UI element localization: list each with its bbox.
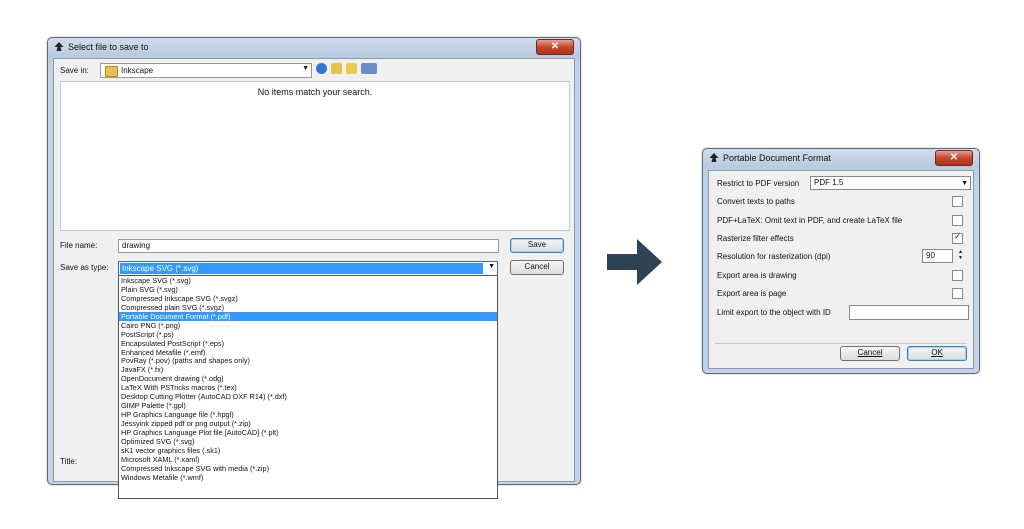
rasterize-label: Rasterize filter effects bbox=[717, 234, 794, 243]
chevron-down-icon: ▼ bbox=[488, 263, 495, 270]
navigation-toolbar bbox=[316, 63, 377, 76]
file-save-dialog: Select file to save to ✕ Save in: Inksca… bbox=[47, 37, 581, 499]
file-name-label: File name: bbox=[60, 241, 98, 250]
file-type-option[interactable]: PostScript (*.ps) bbox=[119, 330, 497, 339]
title-label: Title: bbox=[60, 457, 78, 466]
export-page-checkbox[interactable] bbox=[952, 288, 963, 299]
file-type-option[interactable]: Enhanced Metafile (*.emf) bbox=[119, 348, 497, 357]
save-in-label: Save in: bbox=[60, 66, 89, 75]
file-name-input[interactable]: drawing bbox=[118, 239, 499, 253]
limit-export-input[interactable] bbox=[849, 305, 969, 320]
save-as-type-label: Save as type: bbox=[60, 263, 109, 272]
file-type-option[interactable]: Plain SVG (*.svg) bbox=[119, 285, 497, 294]
divider bbox=[715, 343, 967, 344]
spin-arrows-icon[interactable]: ▲ ▼ bbox=[956, 249, 965, 262]
file-type-option[interactable]: GIMP Palette (*.gpl) bbox=[119, 401, 497, 410]
save-in-dropdown[interactable]: Inkscape ▼ bbox=[100, 63, 312, 78]
rasterize-checkbox[interactable]: ✓ bbox=[952, 231, 963, 244]
cancel-button[interactable]: Cancel bbox=[840, 346, 900, 361]
export-page-row: Export area is page bbox=[715, 285, 967, 301]
convert-texts-row: Convert texts to paths bbox=[715, 193, 967, 209]
latex-label: PDF+LaTeX: Omit text in PDF, and create … bbox=[717, 216, 903, 225]
file-type-option[interactable]: Compressed plain SVG (*.svgz) bbox=[119, 303, 497, 312]
pdf-version-value: PDF 1.5 bbox=[814, 178, 844, 187]
limit-export-label: Limit export to the object with ID bbox=[717, 308, 831, 317]
latex-row: PDF+LaTeX: Omit text in PDF, and create … bbox=[715, 212, 967, 228]
file-type-option[interactable]: Portable Document Format (*.pdf) bbox=[119, 311, 497, 321]
arrow-shape bbox=[607, 239, 662, 285]
save-in-value: Inkscape bbox=[121, 66, 154, 75]
file-type-option[interactable]: HP Graphics Language file (*.hpgl) bbox=[119, 410, 497, 419]
up-folder-icon[interactable] bbox=[331, 63, 342, 74]
file-type-option[interactable]: Cairo PNG (*.png) bbox=[119, 321, 497, 330]
resolution-row: Resolution for rasterization (dpi) 90 ▲ ▼ bbox=[715, 248, 967, 264]
file-type-option[interactable]: Desktop Cutting Plotter (AutoCAD DXF R14… bbox=[119, 392, 497, 401]
file-type-option[interactable]: JavaFX (*.fx) bbox=[119, 365, 497, 374]
chevron-down-icon: ▼ bbox=[302, 65, 309, 72]
pdf-version-dropdown[interactable]: PDF 1.5 ▼ bbox=[810, 176, 971, 190]
pdf-dialog-titlebar[interactable]: Portable Document Format ✕ bbox=[703, 149, 979, 167]
file-type-option[interactable]: HP Graphics Language Plot file [AutoCAD]… bbox=[119, 428, 497, 437]
pdf-dialog-close-button[interactable]: ✕ bbox=[935, 150, 973, 166]
file-type-list[interactable]: Inkscape SVG (*.svg) Plain SVG (*.svg) Com… bbox=[118, 275, 498, 499]
export-drawing-row: Export area is drawing bbox=[715, 267, 967, 283]
rasterize-row: Rasterize filter effects ✓ bbox=[715, 230, 967, 246]
latex-checkbox[interactable] bbox=[952, 215, 963, 226]
view-menu-icon[interactable] bbox=[361, 63, 377, 74]
back-icon[interactable] bbox=[316, 63, 327, 74]
cancel-button-label: Cancel bbox=[857, 348, 883, 357]
file-type-option[interactable]: Encapsulated PostScript (*.eps) bbox=[119, 339, 497, 348]
checkmark-icon: ✓ bbox=[954, 231, 962, 241]
save-as-type-dropdown[interactable]: Inkscape SVG (*.svg) ▼ bbox=[118, 261, 498, 276]
file-type-option[interactable]: Microsoft XAML (*.xaml) bbox=[119, 455, 497, 464]
file-list[interactable]: No items match your search. bbox=[60, 81, 570, 231]
file-type-option[interactable]: Windows Metafile (*.wmf) bbox=[119, 473, 497, 482]
ok-button-label: OK bbox=[931, 348, 943, 357]
file-type-option[interactable]: OpenDocument drawing (*.odg) bbox=[119, 374, 497, 383]
pdf-dialog-body: Restrict to PDF version PDF 1.5 ▼ Conver… bbox=[708, 170, 974, 369]
ok-button[interactable]: OK bbox=[907, 346, 967, 361]
file-type-option[interactable]: LaTeX With PSTricks macros (*.tex) bbox=[119, 383, 497, 392]
file-type-option[interactable]: PovRay (*.pov) (paths and shapes only) bbox=[119, 356, 497, 365]
file-dialog-close-button[interactable]: ✕ bbox=[536, 39, 574, 55]
pdf-dialog-title: Portable Document Format bbox=[723, 153, 832, 163]
empty-message: No items match your search. bbox=[257, 87, 373, 97]
limit-export-row: Limit export to the object with ID bbox=[715, 304, 969, 320]
convert-texts-checkbox[interactable] bbox=[952, 196, 963, 207]
close-icon: ✕ bbox=[550, 41, 560, 52]
inkscape-icon bbox=[709, 153, 719, 162]
file-dialog-body: Save in: Inkscape ▼ No items match your … bbox=[53, 58, 575, 499]
folder-icon bbox=[105, 66, 118, 77]
convert-texts-label: Convert texts to paths bbox=[717, 197, 795, 206]
inkscape-icon bbox=[54, 42, 64, 51]
restrict-version-label: Restrict to PDF version bbox=[717, 179, 800, 188]
cancel-button[interactable]: Cancel bbox=[510, 260, 564, 275]
resolution-spinbox[interactable]: 90 bbox=[922, 249, 953, 263]
save-as-type-value: Inkscape SVG (*.svg) bbox=[120, 263, 483, 274]
chevron-down-icon: ▼ bbox=[961, 180, 968, 187]
file-type-option[interactable]: Compressed Inkscape SVG with media (*.zi… bbox=[119, 464, 497, 473]
file-type-option[interactable]: Optimized SVG (*.svg) bbox=[119, 437, 497, 446]
file-type-option[interactable]: Inkscape SVG (*.svg) bbox=[119, 276, 497, 285]
file-type-option[interactable]: Compressed Inkscape SVG (*.svgz) bbox=[119, 294, 497, 303]
export-drawing-label: Export area is drawing bbox=[717, 271, 797, 280]
restrict-version-row: Restrict to PDF version PDF 1.5 ▼ bbox=[715, 175, 971, 191]
file-type-option[interactable]: Jessyink zipped pdf or png output (*.zip… bbox=[119, 419, 497, 428]
new-folder-icon[interactable] bbox=[346, 63, 357, 74]
export-page-label: Export area is page bbox=[717, 289, 787, 298]
close-icon: ✕ bbox=[949, 152, 959, 163]
file-dialog-titlebar[interactable]: Select file to save to ✕ bbox=[48, 38, 580, 56]
resolution-label: Resolution for rasterization (dpi) bbox=[717, 252, 831, 261]
pdf-options-dialog: Portable Document Format ✕ Restrict to P… bbox=[702, 148, 980, 374]
file-dialog-title: Select file to save to bbox=[68, 42, 149, 52]
save-button[interactable]: Save bbox=[510, 238, 564, 253]
export-drawing-checkbox[interactable] bbox=[952, 270, 963, 281]
arrow-right-icon bbox=[607, 239, 662, 285]
file-type-option[interactable]: sK1 vector graphics files (.sk1) bbox=[119, 446, 497, 455]
